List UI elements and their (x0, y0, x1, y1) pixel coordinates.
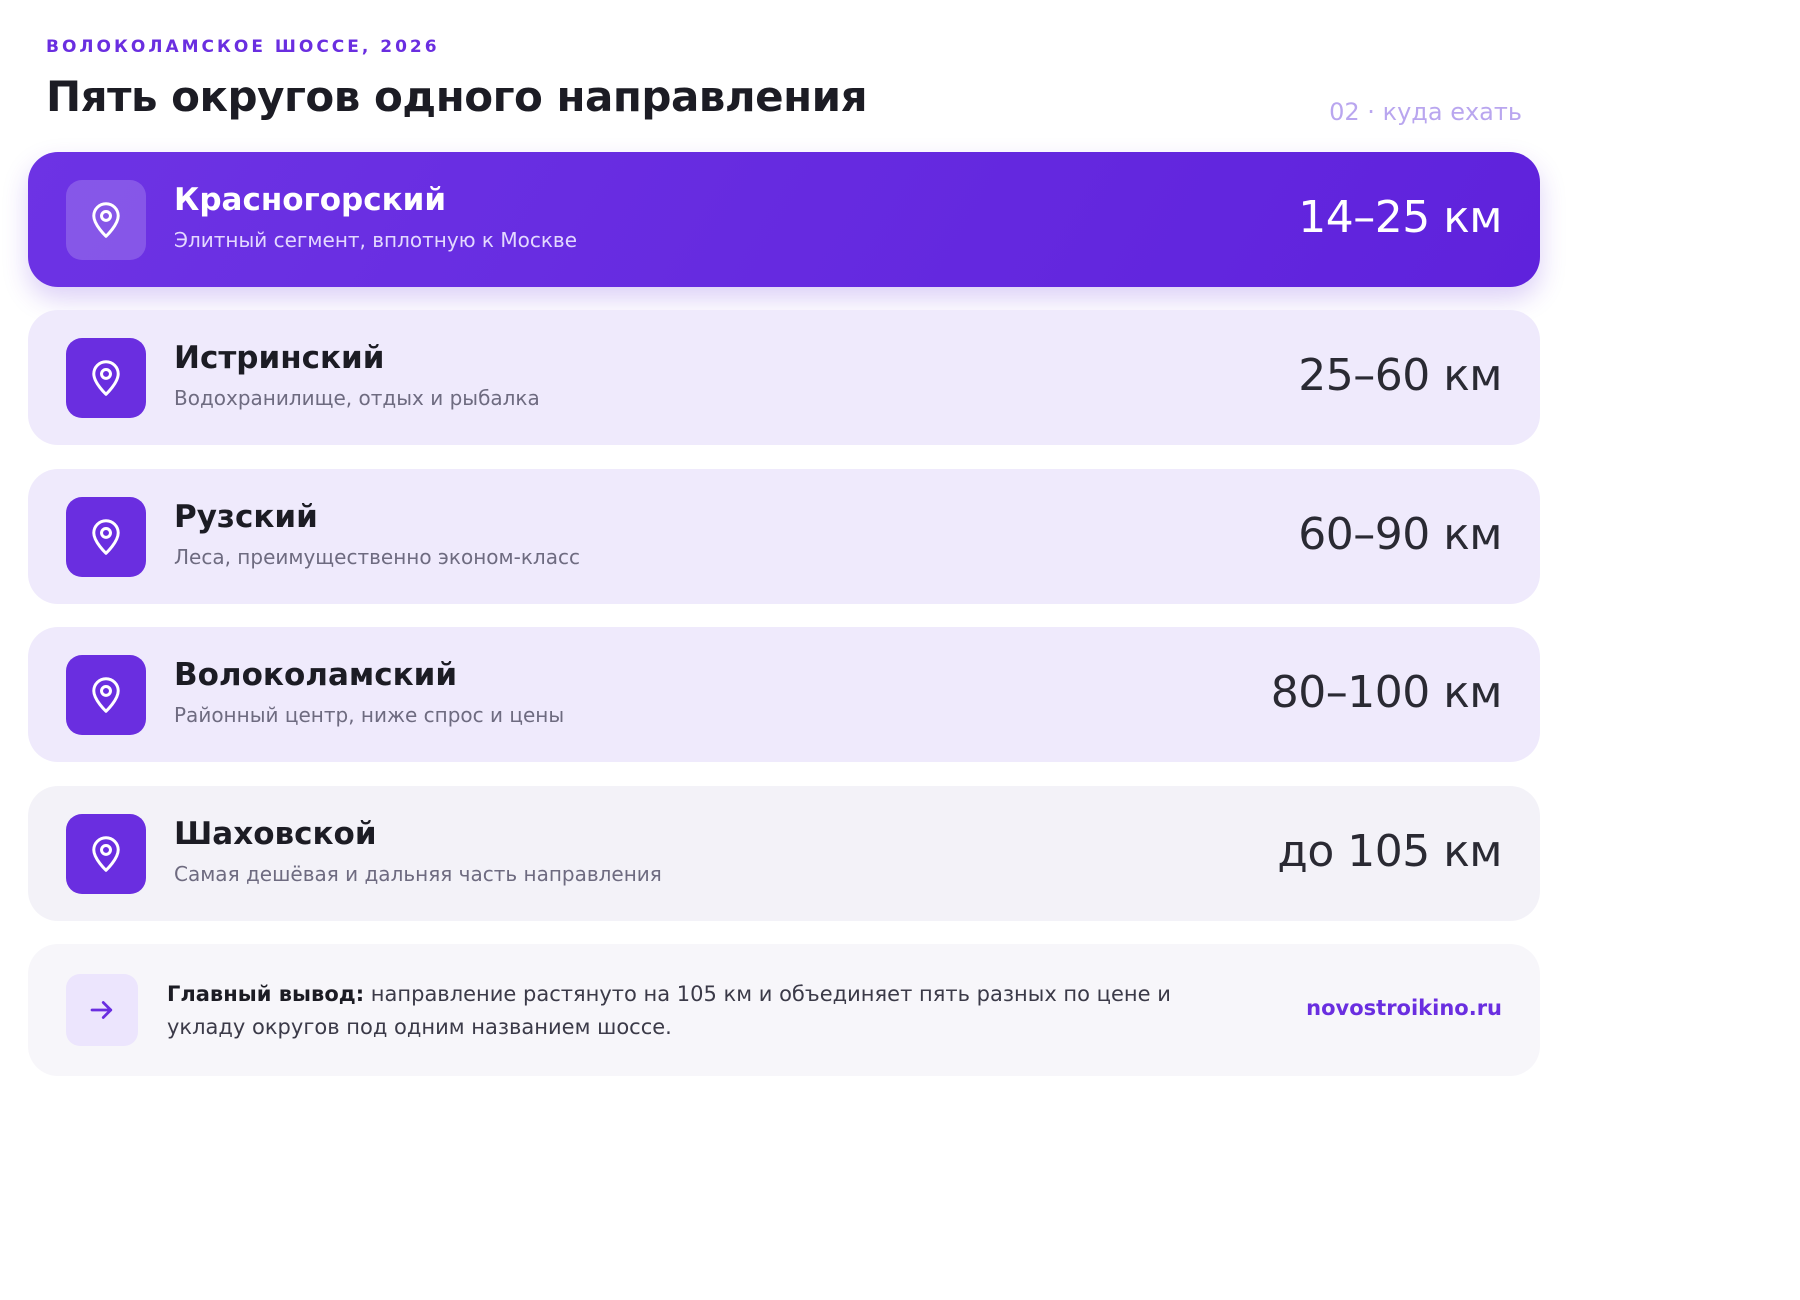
district-distance: до 105 км (1277, 826, 1502, 877)
summary-text: Главный вывод: направление растянуто на … (167, 978, 1247, 1044)
district-distance: 80–100 км (1270, 667, 1503, 718)
district-description: Водохранилище, отдых и рыбалка (174, 386, 540, 410)
district-name: Истринский (174, 340, 385, 376)
map-pin-icon (66, 655, 146, 735)
district-name: Рузский (174, 499, 318, 535)
district-description: Элитный сегмент, вплотную к Москве (174, 228, 577, 252)
district-description: Леса, преимущественно эконом-класс (174, 545, 580, 569)
district-distance: 14–25 км (1298, 192, 1502, 243)
district-distance: 25–60 км (1298, 350, 1502, 401)
district-description: Районный центр, ниже спрос и цены (174, 703, 565, 727)
page-title: Пять округов одного направления (46, 72, 868, 121)
summary-label: Главный вывод: (167, 982, 365, 1006)
district-distance: 60–90 км (1298, 509, 1502, 560)
district-card-istrinsky[interactable]: Истринский Водохранилище, отдых и рыбалк… (28, 310, 1540, 445)
map-pin-icon (66, 497, 146, 577)
district-card-shakhovskoy[interactable]: Шаховской Самая дешёвая и дальняя часть … (28, 786, 1540, 921)
district-card-krasnogorsky[interactable]: Красногорский Элитный сегмент, вплотную … (28, 152, 1540, 287)
district-description: Самая дешёвая и дальняя часть направлени… (174, 862, 662, 886)
arrow-right-icon (66, 974, 138, 1046)
district-name: Красногорский (174, 182, 447, 218)
district-card-volokolamsky[interactable]: Волоколамский Районный центр, ниже спрос… (28, 627, 1540, 762)
district-card-ruzsky[interactable]: Рузский Леса, преимущественно эконом-кла… (28, 469, 1540, 604)
district-name: Волоколамский (174, 657, 458, 693)
page-index: 02 · куда ехать (1329, 98, 1522, 126)
summary-panel: Главный вывод: направление растянуто на … (28, 944, 1540, 1076)
map-pin-icon (66, 338, 146, 418)
eyebrow: ВОЛОКОЛАМСКОЕ ШОССЕ, 2026 (46, 37, 440, 57)
site-link[interactable]: novostroikino.ru (1306, 996, 1502, 1020)
map-pin-icon (66, 180, 146, 260)
map-pin-icon (66, 814, 146, 894)
district-name: Шаховской (174, 816, 377, 852)
